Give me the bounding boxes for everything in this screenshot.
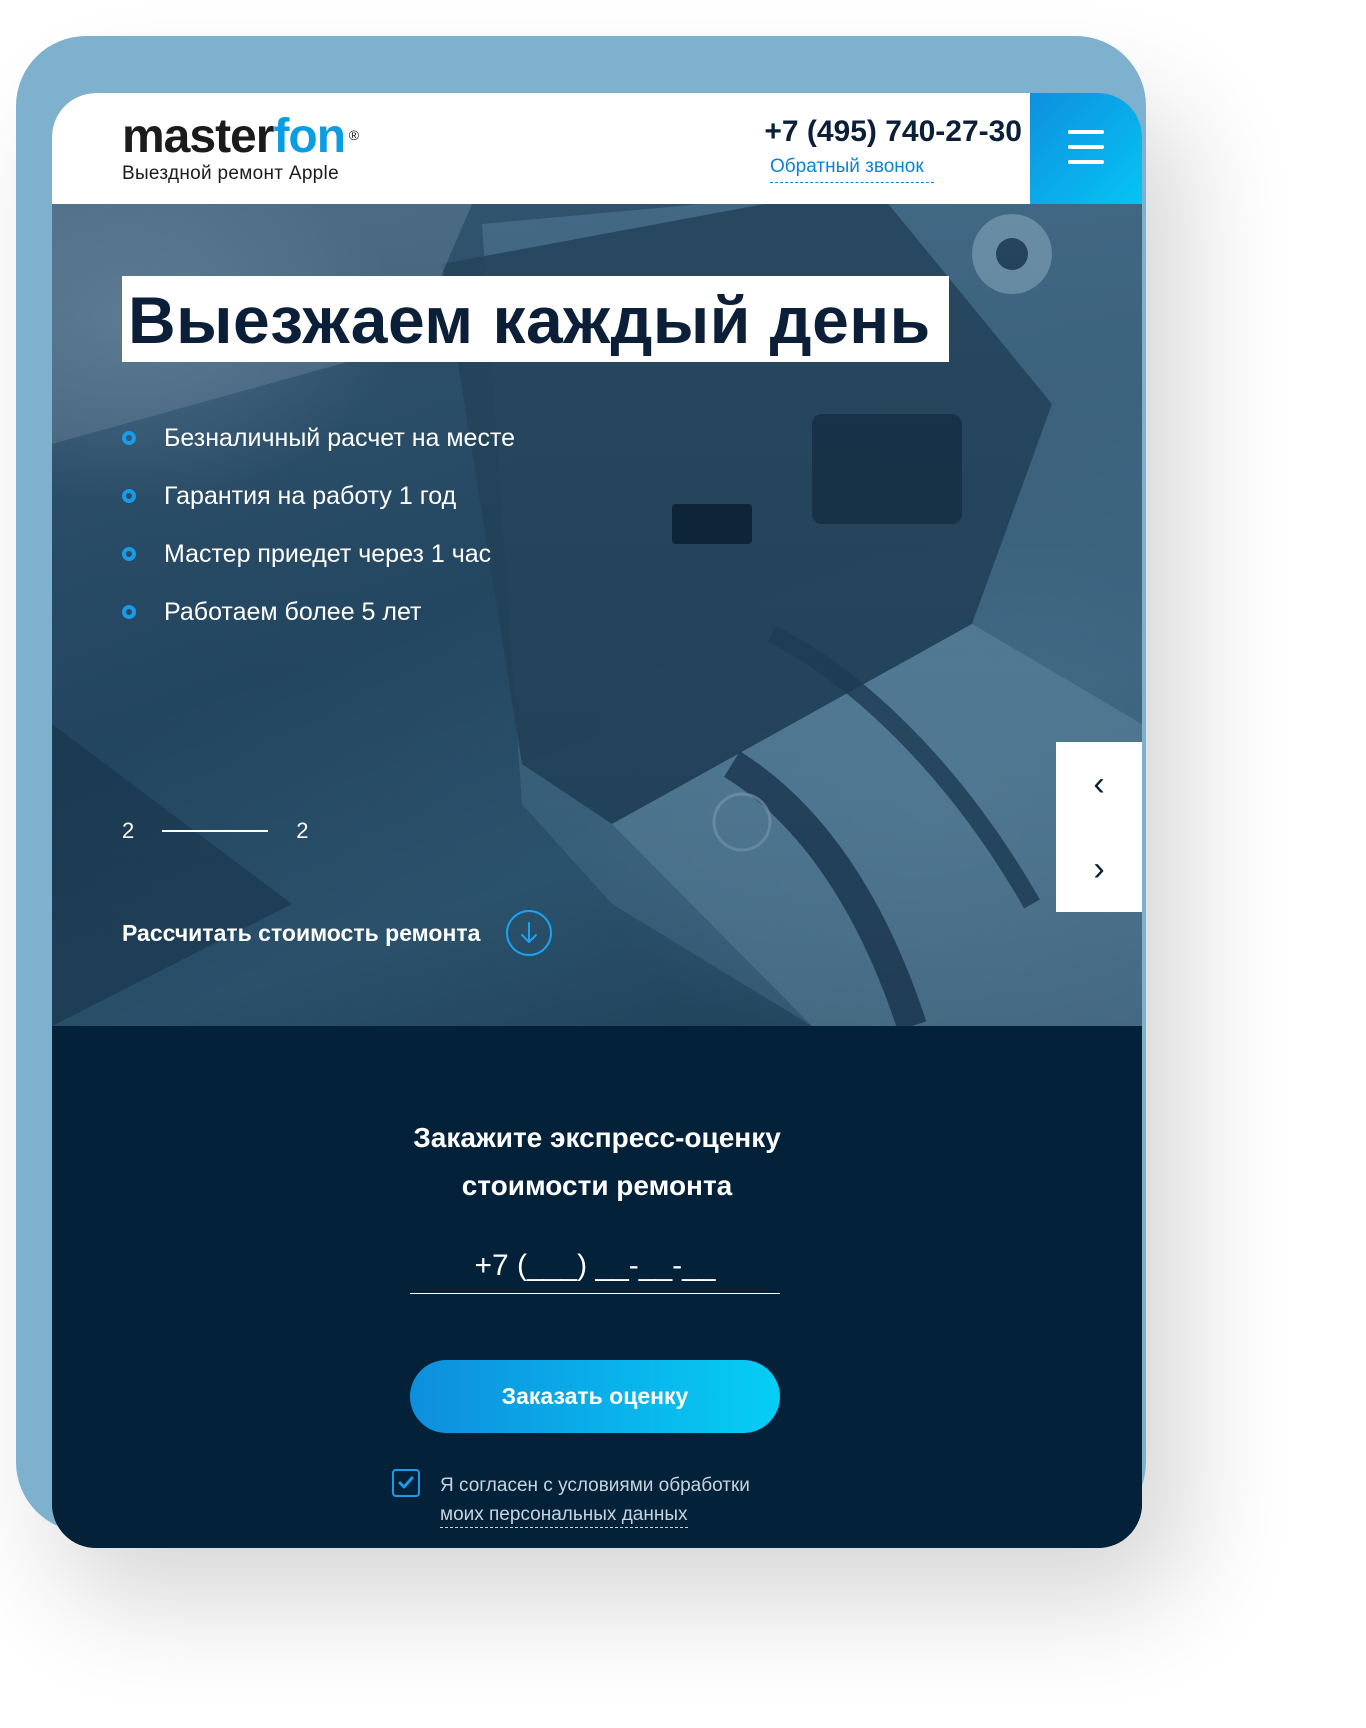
consent-text: Я согласен с условиями обработки моих пе… [440, 1471, 750, 1529]
registered-mark: ® [348, 127, 360, 143]
feature-text: Гарантия на работу 1 год [164, 482, 457, 510]
feature-text: Мастер приедет через 1 час [164, 540, 492, 568]
menu-button[interactable] [1030, 93, 1142, 204]
hero-title: Выезжаем каждый день [122, 276, 949, 362]
slide-total: 2 [296, 818, 309, 843]
form-title-line1: Закажите экспресс-оценку [413, 1122, 781, 1153]
tablet-frame: masterfon ® Выездной ремонт Apple +7 (49… [16, 36, 1146, 1548]
check-icon [398, 1476, 414, 1489]
feature-text: Работаем более 5 лет [164, 598, 422, 626]
feature-item: Мастер приедет через 1 час [122, 538, 515, 596]
logo-main-text: master [122, 110, 274, 163]
bullet-icon [122, 605, 136, 619]
bullet-icon [122, 547, 136, 561]
form-title: Закажите экспресс-оценку стоимости ремон… [52, 1114, 1142, 1210]
logo[interactable]: masterfon ® [122, 109, 359, 165]
slide-counter: 2 2 [122, 818, 309, 844]
slider-arrows: ‹ › [1056, 742, 1142, 912]
hamburger-icon [1068, 130, 1104, 134]
phone-number-link[interactable]: +7 (495) 740-27-30 [764, 115, 1022, 149]
bullet-icon [122, 489, 136, 503]
site-header: masterfon ® Выездной ремонт Apple +7 (49… [52, 93, 1142, 204]
logo-accent-text: fon [273, 110, 346, 163]
feature-item: Работаем более 5 лет [122, 596, 515, 654]
slide-progress-line [162, 830, 269, 832]
consent-checkbox[interactable] [392, 1469, 420, 1497]
calculate-cost-link[interactable]: Рассчитать стоимость ремонта [122, 910, 553, 956]
consent-line1: Я согласен с условиями обработки [440, 1475, 750, 1496]
chevron-left-icon[interactable]: ‹ [1056, 742, 1142, 827]
personal-data-link[interactable]: моих персональных данных [440, 1503, 688, 1528]
phone-input[interactable] [410, 1238, 780, 1294]
bullet-icon [122, 431, 136, 445]
calculate-cost-label: Рассчитать стоимость ремонта [122, 919, 481, 946]
hamburger-icon-bottom [1068, 160, 1104, 164]
slide-current: 2 [122, 818, 135, 843]
callback-link[interactable]: Обратный звонок [770, 156, 934, 183]
express-estimate-form: Закажите экспресс-оценку стоимости ремон… [52, 1026, 1142, 1548]
chevron-right-icon[interactable]: › [1056, 827, 1142, 912]
form-title-line2: стоимости ремонта [461, 1170, 733, 1201]
arrow-down-circle-icon[interactable] [506, 910, 553, 956]
page-stage: masterfon ® Выездной ремонт Apple +7 (49… [0, 0, 1366, 1728]
tablet-screen: masterfon ® Выездной ремонт Apple +7 (49… [52, 93, 1142, 1548]
features-list: Безналичный расчет на месте Гарантия на … [122, 422, 515, 654]
order-estimate-button[interactable]: Заказать оценку [410, 1360, 780, 1433]
feature-item: Гарантия на работу 1 год [122, 480, 515, 538]
feature-text: Безналичный расчет на месте [164, 424, 516, 452]
hamburger-icon-middle [1068, 145, 1104, 149]
hero-slider: Выезжаем каждый день Безналичный расчет … [52, 204, 1142, 1026]
logo-tagline: Выездной ремонт Apple [122, 163, 339, 184]
feature-item: Безналичный расчет на месте [122, 422, 515, 480]
